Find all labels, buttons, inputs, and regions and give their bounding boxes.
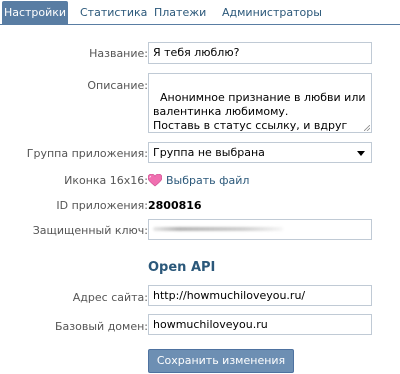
secret-key-label: Защищенный ключ:	[32, 224, 148, 237]
app-id-label: ID приложения:	[56, 199, 148, 212]
tab-statistics[interactable]: Статистика	[80, 2, 147, 24]
site-address-input[interactable]: http://howmuchiloveyou.ru/	[148, 285, 372, 306]
group-label: Группа приложения:	[26, 147, 148, 160]
secret-key-input[interactable]	[148, 219, 372, 240]
app-id-value: 2800816	[148, 199, 202, 212]
tab-bar: Настройки Статистика Платежи Администрат…	[0, 0, 400, 25]
name-input[interactable]: Я тебя люблю?	[148, 42, 372, 64]
tab-administrators[interactable]: Администраторы	[222, 2, 322, 24]
description-text: Анонимное признание в любви или валентин…	[153, 91, 366, 132]
group-selected-value: Группа не выбрана	[153, 146, 265, 159]
icon-label: Иконка 16x16:	[64, 174, 148, 187]
secret-key-hidden-value	[153, 227, 283, 231]
chevron-down-icon	[357, 151, 365, 156]
site-address-label: Адрес сайта:	[72, 291, 148, 304]
tab-settings[interactable]: Настройки	[2, 1, 68, 25]
save-changes-button[interactable]: Сохранить изменения	[148, 349, 294, 373]
base-domain-label: Базовый домен:	[55, 320, 148, 333]
tab-payments[interactable]: Платежи	[154, 2, 206, 24]
open-api-title: Open API	[148, 260, 216, 275]
heart-icon	[148, 174, 162, 187]
resize-handle-icon[interactable]	[364, 125, 370, 131]
description-label: Описание:	[87, 79, 148, 92]
name-label: Название:	[89, 47, 148, 60]
base-domain-input[interactable]: howmuchiloveyou.ru	[148, 314, 372, 335]
choose-file-link[interactable]: Выбрать файл	[166, 174, 249, 187]
group-select[interactable]: Группа не выбрана	[148, 142, 372, 163]
description-textarea[interactable]: Анонимное признание в любви или валентин…	[148, 73, 372, 133]
